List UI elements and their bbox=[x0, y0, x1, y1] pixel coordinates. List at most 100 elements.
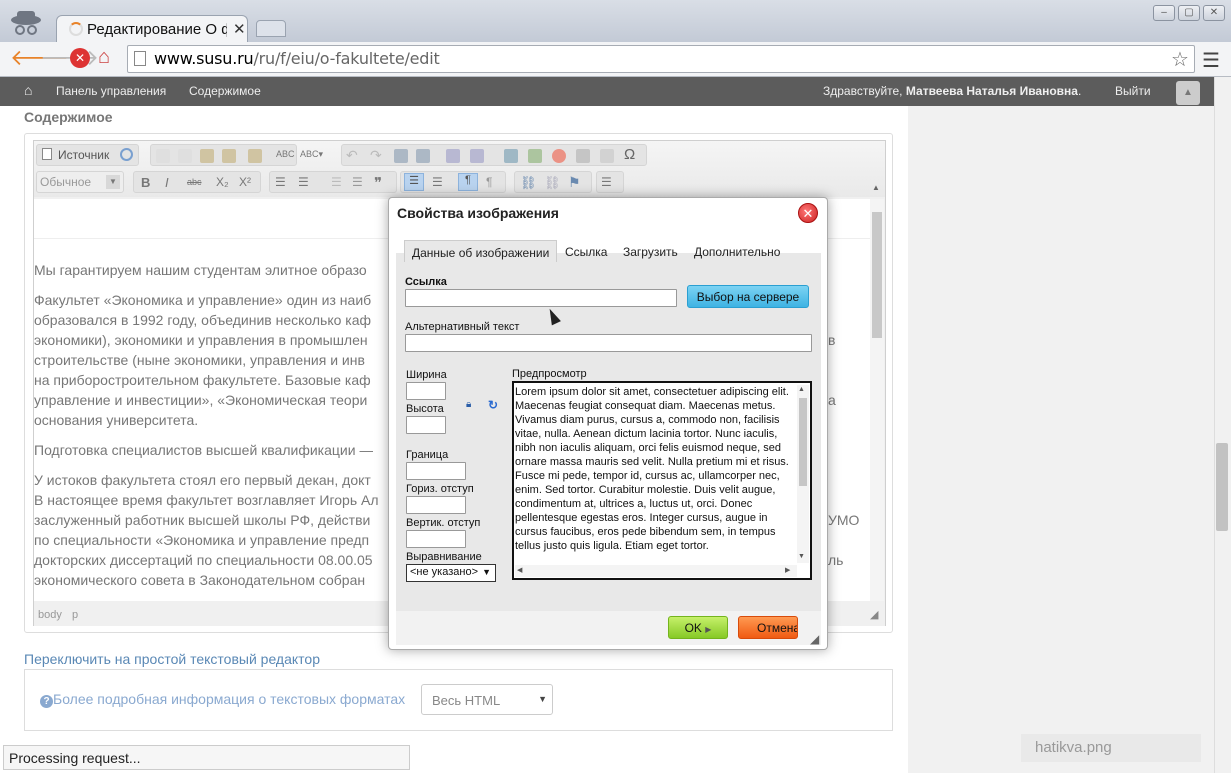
editor-resize-top-icon[interactable]: ▲ bbox=[872, 183, 880, 192]
admin-home-icon[interactable]: ⌂ bbox=[24, 82, 32, 98]
replace-icon[interactable] bbox=[416, 149, 430, 163]
align-select[interactable]: <не указано> ▼ bbox=[406, 564, 496, 582]
ok-button[interactable]: OK ▶ bbox=[668, 616, 728, 639]
spellcheck-dropdown-icon[interactable]: ABC▾ bbox=[300, 149, 323, 160]
maximize-editor-icon[interactable] bbox=[120, 148, 133, 161]
admin-panel-link[interactable]: Панель управления bbox=[56, 84, 166, 98]
height-input[interactable] bbox=[406, 416, 446, 434]
tab-image-info[interactable]: Данные об изображении bbox=[404, 240, 558, 262]
upload-icon[interactable] bbox=[504, 149, 518, 163]
format-select[interactable]: Обычное bbox=[40, 175, 91, 189]
minimize-icon[interactable]: – bbox=[1153, 5, 1175, 21]
vspace-input[interactable] bbox=[406, 530, 466, 548]
width-input[interactable] bbox=[406, 382, 446, 400]
scroll-left-icon[interactable]: ◀ bbox=[517, 566, 522, 574]
paragraph-line: экономического совета в Законодательном … bbox=[34, 572, 366, 588]
eraser-icon[interactable] bbox=[470, 149, 484, 163]
align-right-icon[interactable]: ☰ bbox=[432, 175, 443, 189]
hspace-label: Гориз. отступ bbox=[406, 483, 474, 495]
chevron-down-icon[interactable]: ▼ bbox=[106, 175, 120, 189]
url-input[interactable] bbox=[405, 289, 677, 307]
indent-icon[interactable]: ☰ bbox=[352, 175, 363, 189]
rtl-icon[interactable]: ¶ bbox=[486, 175, 492, 189]
image-icon[interactable] bbox=[528, 149, 542, 163]
menu-icon[interactable]: ☰ bbox=[1202, 48, 1220, 73]
source-icon[interactable] bbox=[42, 148, 52, 160]
resize-grip-icon[interactable]: ◢ bbox=[870, 608, 878, 621]
bold-icon[interactable]: B bbox=[141, 175, 150, 190]
tab-upload[interactable]: Загрузить bbox=[616, 240, 685, 262]
admin-content-link[interactable]: Содержимое bbox=[189, 84, 261, 98]
dialog-resize-grip-icon[interactable]: ◢ bbox=[810, 632, 819, 646]
tab-close-icon[interactable]: ✕ bbox=[233, 20, 246, 38]
hspace-input[interactable] bbox=[406, 496, 466, 514]
flash-icon[interactable] bbox=[552, 149, 566, 163]
home-icon[interactable]: ⌂ bbox=[98, 46, 110, 69]
download-item[interactable]: hatikva.png bbox=[1021, 734, 1201, 762]
collapse-toolbar-icon[interactable]: ▲ bbox=[1176, 81, 1200, 105]
switch-editor-link[interactable]: Переключить на простой текстовый редакто… bbox=[24, 651, 320, 667]
cut-icon[interactable] bbox=[156, 149, 170, 163]
preview-label: Предпросмотр bbox=[512, 368, 587, 380]
path-p[interactable]: p bbox=[72, 609, 78, 621]
remove-format-icon[interactable]: ☰ bbox=[601, 175, 612, 189]
find-icon[interactable] bbox=[394, 149, 408, 163]
tab-advanced[interactable]: Дополнительно bbox=[687, 240, 787, 262]
browse-server-button[interactable]: Выбор на сервере bbox=[687, 285, 809, 308]
new-tab-button[interactable] bbox=[256, 20, 286, 37]
preview-hscrollbar[interactable] bbox=[515, 565, 797, 577]
strikethrough-icon[interactable]: abc bbox=[187, 177, 202, 187]
spellcheck-icon[interactable]: ABC bbox=[276, 149, 295, 159]
bullet-list-icon[interactable]: ☰ bbox=[298, 175, 309, 189]
scroll-up-icon[interactable]: ▲ bbox=[798, 386, 805, 393]
path-body[interactable]: body bbox=[38, 609, 62, 621]
editor-scrollbar-thumb[interactable] bbox=[872, 212, 882, 338]
logout-link[interactable]: Выйти bbox=[1115, 84, 1151, 98]
page-scrollbar-thumb[interactable] bbox=[1216, 443, 1228, 531]
horizontal-rule-icon[interactable] bbox=[600, 149, 614, 163]
anchor-flag-icon[interactable]: ⚑ bbox=[568, 174, 581, 191]
vspace-label: Вертик. отступ bbox=[406, 517, 481, 529]
paste-text-icon[interactable] bbox=[222, 149, 236, 163]
cancel-button[interactable]: Отмена bbox=[738, 616, 798, 639]
link-icon[interactable]: ⛓ bbox=[520, 175, 537, 191]
tab-link[interactable]: Ссылка bbox=[558, 240, 614, 262]
table-icon[interactable] bbox=[576, 149, 590, 163]
ltr-icon[interactable]: ¶ bbox=[458, 173, 478, 191]
border-input[interactable] bbox=[406, 462, 466, 480]
paste-word-icon[interactable] bbox=[248, 149, 262, 163]
close-window-icon[interactable]: ✕ bbox=[1203, 5, 1225, 21]
blockquote-icon[interactable]: ❞ bbox=[374, 174, 382, 192]
chevron-down-icon: ▼ bbox=[482, 567, 491, 577]
reset-size-icon[interactable]: ↻ bbox=[488, 398, 498, 412]
stop-icon[interactable]: ✕ bbox=[70, 48, 90, 68]
superscript-icon[interactable]: X² bbox=[239, 175, 251, 189]
browser-tab-active[interactable]: Редактирование О ф ✕ bbox=[56, 15, 248, 43]
subscript-icon[interactable]: X₂ bbox=[216, 175, 229, 189]
paste-icon[interactable] bbox=[200, 149, 214, 163]
bookmark-star-icon[interactable]: ☆ bbox=[1171, 47, 1189, 72]
undo-icon[interactable]: ↶ bbox=[346, 147, 358, 164]
scroll-down-icon[interactable]: ▼ bbox=[798, 553, 805, 560]
unlink-icon[interactable]: ⛓ bbox=[544, 175, 561, 191]
numbered-list-icon[interactable]: ☰ bbox=[275, 175, 286, 189]
select-all-icon[interactable] bbox=[446, 149, 460, 163]
outdent-icon[interactable]: ☰ bbox=[331, 175, 342, 189]
paragraph-line: строительстве (ныне экономики, управлени… bbox=[34, 352, 365, 368]
formats-info-link[interactable]: ? Более подробная информация о текстовых … bbox=[40, 691, 405, 708]
text-format-select[interactable]: Весь HTML ▼ bbox=[421, 684, 553, 715]
italic-icon[interactable]: I bbox=[165, 175, 169, 190]
paragraph-line: управление и инвестиции», «Экономическая… bbox=[34, 392, 368, 408]
page-scrollbar[interactable] bbox=[1214, 77, 1231, 773]
lock-ratio-icon[interactable]: 🔒︎ bbox=[466, 399, 471, 410]
source-button[interactable]: Источник bbox=[58, 148, 109, 162]
alt-text-input[interactable] bbox=[405, 334, 812, 352]
preview-scrollbar-thumb[interactable] bbox=[799, 398, 807, 486]
special-char-icon[interactable]: Ω bbox=[624, 146, 635, 163]
scroll-right-icon[interactable]: ▶ bbox=[785, 566, 790, 574]
redo-icon[interactable]: ↷ bbox=[370, 147, 382, 164]
maximize-icon[interactable]: ▢ bbox=[1178, 5, 1200, 21]
align-left-icon[interactable]: ☰ bbox=[404, 173, 424, 191]
copy-icon[interactable] bbox=[178, 149, 192, 163]
close-icon[interactable]: ✕ bbox=[798, 203, 818, 223]
